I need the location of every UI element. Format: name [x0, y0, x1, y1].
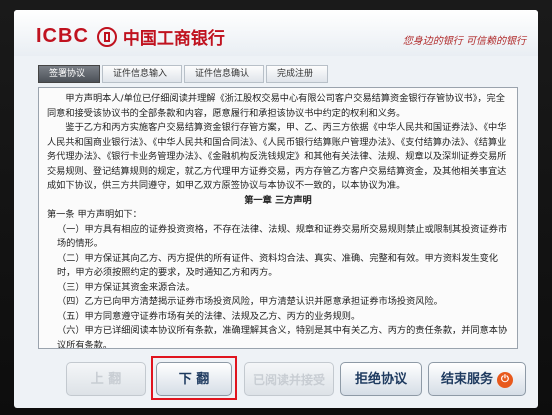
accept-button[interactable]: 已阅读并接受 — [244, 362, 334, 396]
agreement-text[interactable]: 甲方声明本人/单位已仔细阅读并理解《浙江股权交易中心有限公司客户交易结算资金银行… — [38, 87, 518, 349]
agreement-paragraph: （四）乙方已向甲方清楚揭示证券市场投资风险，甲方清楚认识并愿意承担证券市场投资风… — [57, 296, 443, 307]
agreement-paragraph: 第一条 甲方声明如下： — [47, 209, 142, 220]
brand-en: ICBC — [36, 25, 89, 47]
agreement-paragraph: （五）甲方同意遵守证券市场有关的法律、法规及乙方、丙方的业务规则。 — [57, 310, 361, 322]
step-complete: 完成注册 — [266, 65, 329, 83]
agreement-paragraph: 甲方声明本人/单位已仔细阅读并理解《浙江股权交易中心有限公司客户交易结算资金银行… — [47, 93, 505, 119]
agreement-paragraph: （六）甲方已详细阅读本协议所有条款，准确理解其含义，特别是其中有关乙方、丙方的责… — [57, 325, 508, 349]
slogan: 您身边的银行 可信赖的银行 — [402, 36, 526, 47]
header: ICBC 中国工商银行 您身边的银行 可信赖的银行 — [14, 10, 538, 56]
brand-cn: 中国工商银行 — [122, 29, 225, 49]
step-id-confirm: 证件信息确认 — [184, 65, 265, 83]
step-sign-agreement: 签署协议 — [38, 65, 101, 83]
page-down-button[interactable]: 下 翻 — [156, 362, 232, 396]
icbc-logo: ICBC 中国工商银行 — [36, 24, 225, 49]
icbc-emblem-icon — [96, 26, 117, 47]
reject-button[interactable]: 拒绝协议 — [340, 362, 422, 396]
page-up-button[interactable]: 上 翻 — [66, 362, 146, 396]
agreement-paragraph: （二）甲方保证其向乙方、丙方提供的所有证件、资料均合法、真实、准确、完整和有效。… — [57, 252, 498, 279]
exit-button[interactable]: 结束服务 ⏻ — [428, 362, 526, 396]
agreement-paragraph: （三）甲方保证其资金来源合法。 — [57, 281, 195, 293]
agreement-paragraph: （一）甲方具有相应的证券投资资格，不存在法律、法规、规章和证券交易所交易规则禁止… — [57, 223, 508, 250]
button-bar: 上 翻 下 翻 已阅读并接受 拒绝协议 结束服务 ⏻ — [14, 356, 538, 408]
step-id-input: 证件信息输入 — [102, 65, 183, 83]
agreement-paragraph: 第一章 三方声明 — [244, 194, 312, 206]
atm-screen: ICBC 中国工商银行 您身边的银行 可信赖的银行 签署协议 证件信息输入 证件… — [14, 10, 538, 408]
power-icon: ⏻ — [497, 371, 513, 388]
agreement-paragraph: 鉴于乙方和丙方实施客户交易结算资金银行存管方案，甲、乙、丙三方依据《中华人民共和… — [47, 122, 507, 191]
progress-steps: 签署协议 证件信息输入 证件信息确认 完成注册 — [38, 65, 330, 83]
exit-label: 结束服务 — [440, 372, 493, 387]
